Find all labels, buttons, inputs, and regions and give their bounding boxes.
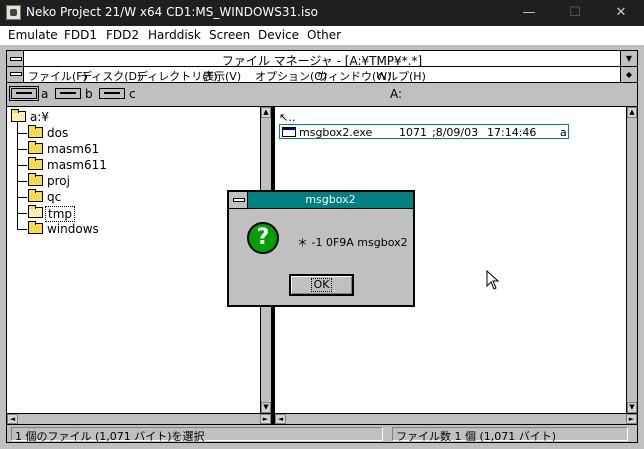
list-vertical-scrollbar[interactable]: ▲ ▼ (626, 107, 637, 413)
scroll-right-arrow-icon[interactable]: ► (626, 414, 637, 424)
folder-icon (28, 125, 43, 138)
maximize-button[interactable]: ☐ (552, 0, 598, 26)
drive-a-label: a (41, 87, 49, 101)
tree-item-label: tmp (45, 206, 76, 222)
question-icon: ? (247, 222, 279, 254)
menu-fdd1[interactable]: FDD1 (64, 28, 97, 42)
tree-item-label: qc (47, 190, 62, 204)
file-manager-menu-bar: ファイル(F) ディスク(D) ディレクトリ(T) 表示(V) オプション(O)… (6, 67, 638, 83)
hard-drive-icon (99, 88, 125, 99)
menu-file[interactable]: ファイル(F) (28, 68, 87, 84)
file-date: ;8/09/03 (432, 126, 479, 139)
file-size: 1071 (399, 126, 427, 139)
minimize-button[interactable]: — (506, 0, 552, 26)
scroll-up-arrow-icon[interactable]: ▲ (261, 107, 271, 118)
tree-item-label: windows (47, 222, 99, 236)
menu-fdd2[interactable]: FDD2 (106, 28, 139, 42)
mouse-cursor-icon (486, 270, 500, 290)
drive-c-label: c (129, 87, 136, 101)
status-bar: 1 個のファイル (1,071 バイト)を選択 ファイル数 1 個 (1,071… (6, 425, 638, 443)
host-menu-bar: Emulate FDD1 FDD2 Harddisk Screen Device… (0, 26, 644, 45)
scroll-right-arrow-icon[interactable]: ► (260, 414, 271, 424)
tree-horizontal-scrollbar[interactable]: ◄ ► (7, 413, 271, 424)
folder-icon (28, 221, 43, 234)
dialog-title-bar[interactable]: msgbox2 (229, 192, 413, 209)
folder-open-icon (11, 109, 26, 122)
current-drive-label: A: (390, 87, 403, 101)
tree-item-label: dos (47, 126, 69, 140)
menu-screen[interactable]: Screen (209, 28, 250, 42)
folder-icon (28, 189, 43, 202)
message-box-dialog: msgbox2 ? ＊ -1 0F9A msgbox2 OK (227, 190, 415, 307)
menu-view[interactable]: 表示(V) (203, 68, 241, 84)
scroll-left-arrow-icon[interactable]: ◄ (7, 414, 18, 424)
status-total: ファイル数 1 個 (1,071 バイト) (392, 427, 628, 443)
drive-b-label: b (85, 87, 93, 101)
file-attributes: a (560, 126, 567, 139)
tree-item-label: masm611 (47, 158, 107, 172)
executable-file-icon (282, 127, 296, 137)
dialog-control-menu-box[interactable] (229, 192, 248, 208)
status-selection: 1 個のファイル (1,071 バイト)を選択 (11, 427, 383, 443)
floppy-drive-icon (9, 86, 39, 101)
scroll-down-arrow-icon[interactable]: ▼ (627, 402, 637, 413)
menu-emulate[interactable]: Emulate (8, 28, 58, 42)
host-title-bar[interactable]: Neko Project 21/W x64 CD1:MS_WINDOWS31.i… (0, 0, 644, 26)
folder-open-icon (28, 205, 43, 218)
scroll-up-arrow-icon[interactable]: ▲ (627, 107, 637, 118)
folder-icon (28, 173, 43, 186)
parent-directory-entry[interactable]: ↖.. (279, 111, 295, 124)
menu-device[interactable]: Device (258, 28, 299, 42)
scroll-down-arrow-icon[interactable]: ▼ (261, 402, 271, 413)
menu-other[interactable]: Other (307, 28, 341, 42)
close-button[interactable]: ✕ (598, 0, 644, 26)
file-row[interactable]: msgbox2.exe 1071 ;8/09/03 17:14:46 a (279, 124, 569, 139)
file-name: msgbox2.exe (299, 126, 373, 139)
tree-item-label: proj (47, 174, 70, 188)
dialog-message: ＊ -1 0F9A msgbox2 (297, 236, 408, 249)
parent-directory-label: .. (288, 111, 296, 124)
floppy-drive-icon (55, 88, 81, 99)
list-horizontal-scrollbar[interactable]: ◄ ► (275, 413, 637, 424)
tree-root-label: a:¥ (30, 110, 50, 124)
child-control-menu-box[interactable] (7, 67, 24, 82)
file-time: 17:14:46 (487, 126, 537, 139)
tree-item-label: masm61 (47, 142, 100, 156)
folder-icon (28, 141, 43, 154)
app-icon (6, 5, 21, 20)
menu-harddisk[interactable]: Harddisk (148, 28, 201, 42)
folder-icon (28, 157, 43, 170)
host-title: Neko Project 21/W x64 CD1:MS_WINDOWS31.i… (26, 5, 318, 19)
scroll-left-arrow-icon[interactable]: ◄ (275, 414, 286, 424)
ok-button-label: OK (310, 278, 333, 292)
menu-disk[interactable]: ディスク(D) (81, 68, 141, 84)
menu-help[interactable]: ヘルプ(H) (376, 68, 426, 84)
file-manager-title-bar[interactable]: ファイル マネージャ - [A:¥TMP¥*.*] ▼ (6, 50, 638, 68)
minimize-arrow-icon[interactable]: ▼ (620, 51, 637, 66)
dialog-title: msgbox2 (305, 193, 356, 206)
ok-button[interactable]: OK (289, 274, 354, 296)
up-arrow-icon: ↖ (279, 111, 289, 124)
restore-icon[interactable]: ◆ (620, 67, 637, 82)
drive-bar: a b c A: (6, 83, 638, 106)
control-menu-box[interactable] (7, 51, 24, 66)
